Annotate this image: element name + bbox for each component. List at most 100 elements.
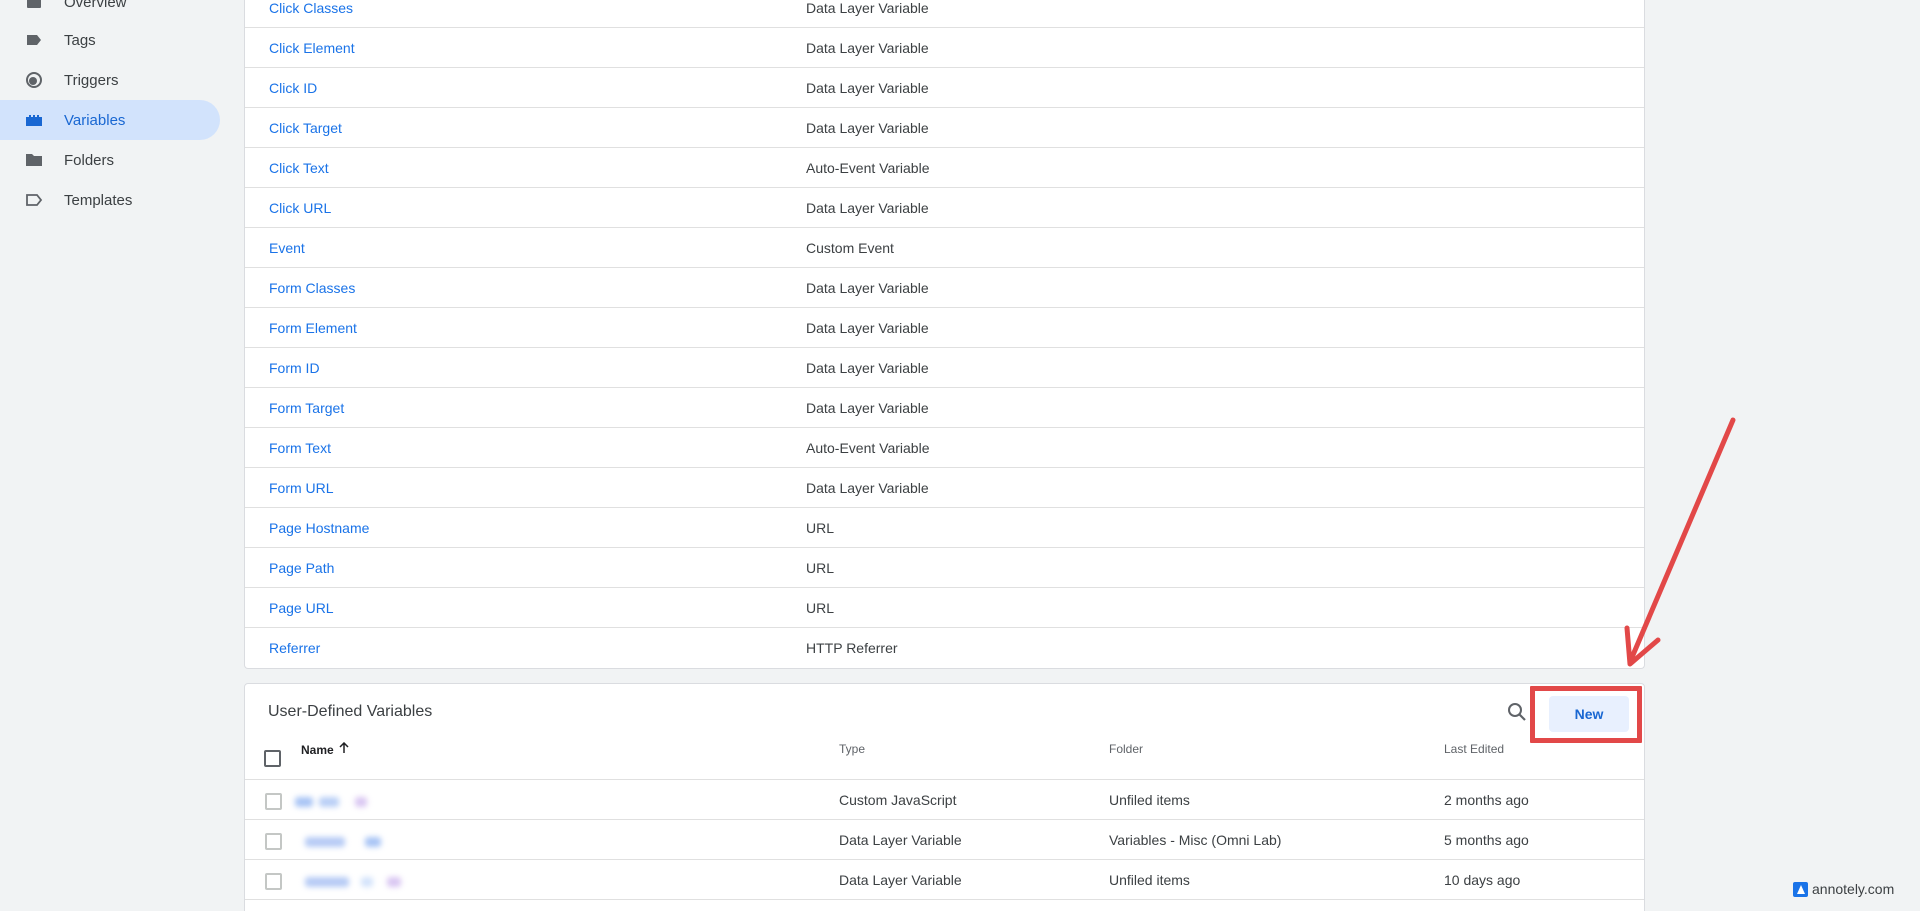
tag-icon — [24, 30, 44, 50]
variable-name-link[interactable]: Event — [269, 240, 305, 256]
variable-name-link[interactable]: Click Target — [269, 120, 342, 136]
variable-name-link[interactable]: Page Hostname — [269, 520, 369, 536]
column-header-last-edited[interactable]: Last Edited — [1444, 742, 1504, 756]
variable-type: Custom JavaScript — [839, 792, 957, 808]
row-checkbox[interactable] — [265, 833, 282, 850]
table-row: Form Classes Data Layer Variable — [245, 268, 1644, 308]
column-header-folder[interactable]: Folder — [1109, 742, 1143, 756]
overview-icon — [24, 0, 44, 12]
variable-type: Data Layer Variable — [806, 200, 929, 216]
sidebar-item-label: Variables — [64, 111, 126, 129]
variable-type: Data Layer Variable — [806, 400, 929, 416]
row-checkbox[interactable] — [265, 873, 282, 890]
variable-type: URL — [806, 560, 835, 576]
variable-name-link[interactable]: Form URL — [269, 480, 334, 496]
table-row: Click Target Data Layer Variable — [245, 108, 1644, 148]
folder-icon — [24, 150, 44, 170]
sidebar-item-triggers[interactable]: Triggers — [0, 60, 220, 100]
table-row: Event Custom Event — [245, 228, 1644, 268]
variable-type: Data Layer Variable — [806, 360, 929, 376]
table-row: Click Text Auto-Event Variable — [245, 148, 1644, 188]
variable-type: URL — [806, 600, 835, 616]
sidebar-item-label: Overview — [64, 0, 127, 11]
annotation-arrow — [1624, 417, 1736, 667]
variable-type: Data Layer Variable — [806, 0, 929, 16]
variable-folder: Unfiled items — [1109, 872, 1190, 888]
table-row[interactable]: Data Layer Variable Variables - Misc (Om… — [245, 820, 1644, 860]
variable-name-link[interactable]: Form Text — [269, 440, 331, 456]
variable-name-link[interactable]: Click Classes — [269, 0, 353, 16]
variable-last-edited: 2 months ago — [1444, 792, 1529, 808]
table-row: Referrer HTTP Referrer — [245, 628, 1644, 668]
table-row: Form Target Data Layer Variable — [245, 388, 1644, 428]
variable-folder: Variables - Misc (Omni Lab) — [1109, 832, 1282, 848]
section-title: User-Defined Variables — [268, 703, 433, 720]
variable-type: Auto-Event Variable — [806, 440, 930, 456]
sidebar-item-tags[interactable]: Tags — [0, 20, 220, 60]
table-row[interactable]: Custom JavaScript Unfiled items 2 months… — [245, 780, 1644, 820]
sidebar: Overview Tags Triggers Variables Folders… — [0, 0, 232, 911]
variable-last-edited: 5 months ago — [1444, 832, 1529, 848]
search-icon[interactable] — [1506, 701, 1528, 723]
arrow-up-icon — [338, 741, 350, 757]
sidebar-item-folders[interactable]: Folders — [0, 140, 220, 180]
redacted-name — [295, 874, 425, 890]
watermark-text: annotely.com — [1812, 881, 1895, 897]
table-row: Form Element Data Layer Variable — [245, 308, 1644, 348]
variable-name-link[interactable]: Referrer — [269, 640, 320, 656]
variable-name-link[interactable]: Page URL — [269, 600, 334, 616]
redacted-name — [295, 834, 425, 850]
variable-folder: Unfiled items — [1109, 792, 1190, 808]
annotation-highlight-box — [1530, 686, 1642, 743]
sidebar-item-label: Triggers — [64, 71, 119, 89]
table-row: Form ID Data Layer Variable — [245, 348, 1644, 388]
table-row: Form Text Auto-Event Variable — [245, 428, 1644, 468]
variable-type: URL — [806, 520, 835, 536]
column-header-name[interactable]: Name — [301, 741, 350, 757]
variable-name-link[interactable]: Form Target — [269, 400, 344, 416]
variable-type: HTTP Referrer — [806, 640, 898, 656]
sidebar-item-label: Folders — [64, 151, 115, 169]
variable-name-link[interactable]: Form Element — [269, 320, 357, 336]
select-all-checkbox[interactable] — [264, 750, 281, 767]
watermark: annotely.com — [1793, 880, 1913, 898]
variable-type: Data Layer Variable — [806, 40, 929, 56]
redacted-name — [295, 794, 425, 810]
sidebar-item-templates[interactable]: Templates — [0, 180, 220, 220]
trigger-icon — [24, 70, 44, 90]
table-row: Click URL Data Layer Variable — [245, 188, 1644, 228]
sidebar-item-variables[interactable]: Variables — [0, 100, 220, 140]
variable-type: Data Layer Variable — [806, 120, 929, 136]
variable-name-link[interactable]: Page Path — [269, 560, 334, 576]
variable-type: Data Layer Variable — [806, 320, 929, 336]
variable-name-link[interactable]: Form ID — [269, 360, 320, 376]
sidebar-item-overview[interactable]: Overview — [0, 0, 220, 22]
column-header-label: Name — [301, 742, 334, 757]
user-defined-variables-card: User-Defined Variables New Name Type Fol… — [244, 683, 1645, 911]
variable-type: Data Layer Variable — [839, 872, 962, 888]
variable-name-link[interactable]: Click URL — [269, 200, 331, 216]
template-icon — [24, 190, 44, 210]
variable-last-edited: 10 days ago — [1444, 872, 1521, 888]
sidebar-item-label: Tags — [64, 31, 96, 49]
variable-type: Custom Event — [806, 240, 894, 256]
variable-type: Data Layer Variable — [806, 80, 929, 96]
table-row: Page URL URL — [245, 588, 1644, 628]
table-row: Form URL Data Layer Variable — [245, 468, 1644, 508]
variable-type: Auto-Event Variable — [806, 160, 930, 176]
table-row: Click ID Data Layer Variable — [245, 68, 1644, 108]
column-header-type[interactable]: Type — [839, 742, 865, 756]
variable-type: Data Layer Variable — [839, 832, 962, 848]
row-checkbox[interactable] — [265, 793, 282, 810]
variable-name-link[interactable]: Click ID — [269, 80, 317, 96]
variable-name-link[interactable]: Click Element — [269, 40, 355, 56]
variable-type: Data Layer Variable — [806, 480, 929, 496]
sidebar-item-label: Templates — [64, 191, 133, 209]
table-row: Click Classes Data Layer Variable — [245, 0, 1644, 28]
variable-type: Data Layer Variable — [806, 280, 929, 296]
table-row: Page Path URL — [245, 548, 1644, 588]
table-row: Click Element Data Layer Variable — [245, 28, 1644, 68]
table-row[interactable]: Data Layer Variable Unfiled items 10 day… — [245, 860, 1644, 900]
variable-name-link[interactable]: Click Text — [269, 160, 329, 176]
variable-name-link[interactable]: Form Classes — [269, 280, 355, 296]
